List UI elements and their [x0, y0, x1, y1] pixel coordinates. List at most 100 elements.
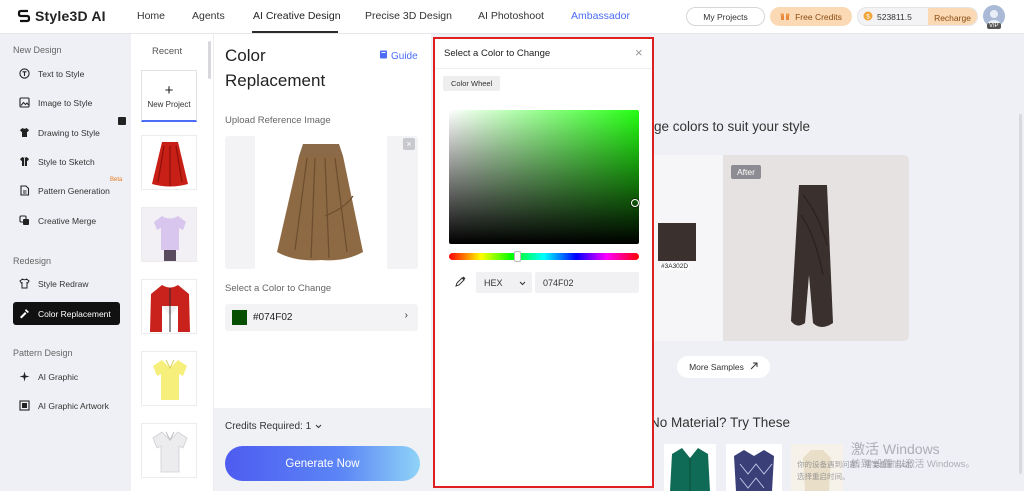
more-samples-label: More Samples	[689, 362, 744, 372]
sidebar-item-ai-graphic[interactable]: AI Graphic	[13, 365, 120, 388]
generate-now-button[interactable]: Generate Now	[225, 446, 420, 481]
color-format-value: HEX	[484, 277, 503, 288]
active-nav-indicator	[252, 31, 338, 33]
restart-notice: 选择重启时间。	[797, 472, 850, 481]
no-material-heading: No Material? Try These	[654, 415, 791, 430]
color-select-field[interactable]: #074F02 ›	[225, 304, 418, 331]
image-icon	[19, 97, 30, 108]
color-format-select[interactable]: HEX	[476, 272, 532, 293]
redraw-icon	[19, 278, 30, 289]
free-credits-button[interactable]: Free Credits	[770, 7, 852, 26]
guide-link[interactable]: Guide	[379, 50, 418, 62]
sidebar-item-label: Style to Sketch	[38, 156, 95, 167]
hue-slider[interactable]	[449, 253, 639, 260]
sketch-shirt-icon	[19, 156, 30, 167]
merge-icon	[19, 215, 30, 226]
sidebar-item-label: Color Replacement	[38, 308, 111, 319]
my-projects-label: My Projects	[703, 11, 748, 22]
recharge-button[interactable]: Recharge	[928, 8, 977, 25]
sidebar-item-style-to-sketch[interactable]: Style to Sketch	[13, 150, 120, 173]
remove-image-icon[interactable]: ×	[403, 138, 415, 150]
color-selection-handle[interactable]	[631, 199, 639, 207]
sparkle-icon	[19, 371, 30, 382]
my-projects-button[interactable]: My Projects	[686, 7, 765, 26]
app-name: Style3D AI	[35, 8, 106, 24]
recent-thumbnail-red-jacket[interactable]	[141, 279, 197, 334]
sidebar-item-label: Creative Merge	[38, 215, 97, 226]
book-icon	[379, 50, 388, 62]
arrow-up-right-icon	[750, 362, 758, 372]
nav-ambassador[interactable]: Ambassador	[571, 10, 630, 22]
credits-required[interactable]: Credits Required: 1	[225, 421, 322, 432]
color-picker-dialog: Select a Color to Change × Color Wheel H…	[433, 37, 654, 488]
device-problem-notice: 你的设备遇到问题，需要重新启动。	[797, 460, 917, 469]
sidebar-item-label: Image to Style	[38, 97, 93, 108]
artwork-icon	[19, 400, 30, 411]
style3d-logo-icon	[17, 8, 31, 24]
hex-input[interactable]: 074F02	[535, 272, 639, 293]
section-title-pattern-design: Pattern Design	[13, 348, 73, 358]
recent-thumbnail-red-skirt[interactable]	[141, 135, 197, 190]
app-logo[interactable]: Style3D AI	[17, 8, 106, 24]
saturation-value-picker[interactable]	[449, 110, 639, 244]
eyedropper-icon[interactable]	[455, 276, 466, 290]
sidebar-item-style-redraw[interactable]: Style Redraw	[13, 272, 120, 295]
selected-color-value: #074F02	[253, 312, 293, 323]
guide-label: Guide	[391, 50, 418, 62]
tab-color-wheel[interactable]: Color Wheel	[443, 76, 501, 91]
nav-agents[interactable]: Agents	[192, 10, 225, 22]
chevron-right-icon: ›	[404, 310, 408, 321]
close-icon[interactable]: ×	[635, 45, 643, 60]
section-title-redesign: Redesign	[13, 256, 52, 266]
credits-required-label: Credits Required: 1	[225, 421, 312, 432]
nav-ai-creative-design[interactable]: AI Creative Design	[253, 10, 341, 22]
gift-icon	[780, 11, 790, 23]
chevron-down-icon	[315, 421, 322, 432]
dialog-title: Select a Color to Change	[444, 48, 551, 59]
sidebar-item-label: Drawing to Style	[38, 127, 100, 138]
recent-scrollbar[interactable]	[208, 41, 211, 79]
nav-precise-3d-design[interactable]: Precise 3D Design	[365, 10, 452, 22]
sidebar: New Design Text to Style Image to Style …	[0, 34, 131, 491]
sidebar-item-drawing-to-style[interactable]: Drawing to Style	[13, 121, 120, 144]
sidebar-item-pattern-generation[interactable]: Pattern Generation	[13, 179, 120, 202]
recent-thumbnail-lavender-shirt[interactable]	[141, 207, 197, 262]
nav-ai-photoshoot[interactable]: AI Photoshoot	[478, 10, 544, 22]
sample-green-coat[interactable]	[664, 444, 716, 491]
dialog-divider	[435, 68, 652, 69]
page-title-line1: Color	[225, 46, 266, 65]
preview-scrollbar[interactable]	[1019, 114, 1022, 474]
section-title-new-design: New Design	[13, 45, 62, 55]
pattern-icon	[19, 185, 30, 196]
color-replacement-panel: Color Replacement Guide Upload Reference…	[213, 34, 432, 491]
plus-icon: +	[164, 81, 174, 99]
more-samples-button[interactable]: More Samples	[677, 356, 770, 378]
text-circle-icon	[19, 68, 30, 79]
top-navigation: Style3D AI Home Agents AI Creative Desig…	[0, 0, 1024, 34]
sample-argyle-sweater[interactable]	[726, 444, 782, 491]
nav-home[interactable]: Home	[137, 10, 165, 22]
coin-icon: $	[863, 11, 873, 23]
sidebar-item-image-to-style[interactable]: Image to Style	[13, 91, 120, 114]
palette-icon	[19, 308, 30, 319]
preview-headline: ge colors to suit your style	[654, 119, 811, 134]
new-project-button[interactable]: + New Project	[141, 70, 197, 122]
sidebar-item-label: Text to Style	[38, 68, 85, 79]
recent-title: Recent	[152, 46, 183, 57]
sidebar-item-color-replacement[interactable]: Color Replacement	[13, 302, 120, 325]
free-credits-label: Free Credits	[795, 11, 842, 22]
after-image	[723, 155, 909, 341]
hue-slider-handle[interactable]	[513, 251, 521, 262]
chevron-down-icon	[519, 278, 526, 288]
sidebar-item-label: AI Graphic	[38, 371, 79, 382]
hex-input-value: 074F02	[543, 277, 574, 288]
recent-thumbnail-white-polo[interactable]	[141, 423, 197, 478]
reference-image-uploader[interactable]: ×	[225, 136, 418, 269]
sidebar-item-label: Pattern Generation	[38, 185, 110, 196]
sidebar-item-ai-graphic-artwork[interactable]: AI Graphic Artwork	[13, 394, 120, 417]
recent-thumbnail-yellow-polo[interactable]	[141, 351, 197, 406]
sidebar-item-text-to-style[interactable]: Text to Style	[13, 62, 120, 85]
sidebar-item-label: Style Redraw	[38, 278, 89, 289]
generate-footer: Credits Required: 1 Generate Now	[214, 408, 432, 491]
sidebar-item-creative-merge[interactable]: Creative Merge	[13, 209, 120, 232]
